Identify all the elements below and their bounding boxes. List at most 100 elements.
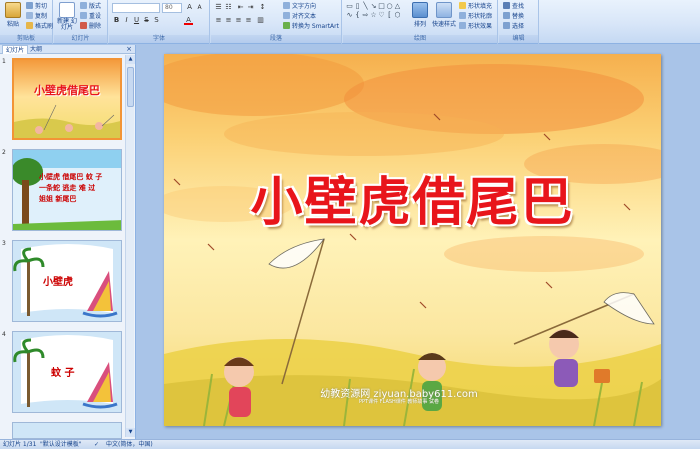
new-slide-button[interactable]: 新建 幻灯片: [56, 2, 78, 31]
copy-icon: [26, 12, 33, 19]
textbox-shape-icon[interactable]: ▭: [346, 3, 353, 10]
align-text-icon: [283, 12, 290, 19]
find-button[interactable]: 查找: [503, 2, 524, 11]
thumb-2-line: 小壁虎 借尾巴 蚊 子: [39, 173, 103, 181]
grow-font-button[interactable]: A: [185, 3, 194, 12]
slides-pane-tabs: 幻灯片 大纲 ×: [0, 45, 135, 54]
editing-group: 查找 替换 选择 编辑: [499, 0, 539, 44]
heart-shape-icon[interactable]: ♡: [378, 12, 385, 19]
oval-shape-icon[interactable]: ○: [386, 3, 393, 10]
scroll-down-icon[interactable]: ▼: [126, 428, 135, 437]
decrease-indent-button[interactable]: ⇤: [236, 3, 245, 12]
reset-icon: [80, 12, 87, 19]
slide-thumbnail-4[interactable]: 蚊 子: [12, 331, 122, 413]
delete-slide-button[interactable]: 删除: [80, 22, 101, 31]
replace-button[interactable]: 替换: [503, 12, 524, 21]
close-pane-icon[interactable]: ×: [126, 45, 132, 54]
shape-fill-button[interactable]: 形状填充: [459, 2, 492, 11]
scroll-up-icon[interactable]: ▲: [126, 55, 135, 64]
slides-group: 新建 幻灯片 版式 重设 删除 幻灯片: [54, 0, 108, 44]
line-shape-icon[interactable]: ╲: [362, 3, 369, 10]
brace-shape-icon[interactable]: {: [354, 12, 361, 19]
shape-outline-button[interactable]: 形状轮廓: [459, 12, 492, 21]
copy-button[interactable]: 复制: [26, 12, 47, 21]
thumb-2-line: 一条蛇 逃走 难 过: [39, 184, 96, 192]
italic-button[interactable]: I: [122, 16, 131, 25]
text-direction-icon: [283, 2, 290, 9]
font-group-label: 字体: [109, 35, 209, 43]
line-spacing-button[interactable]: ↕: [258, 3, 267, 12]
smartart-icon: [283, 22, 290, 29]
bracket-shape-icon[interactable]: [: [386, 12, 393, 19]
right-arrow-shape-icon[interactable]: ⇨: [362, 12, 369, 19]
thumb-4-word: 蚊 子: [51, 368, 75, 379]
star-shape-icon[interactable]: ☆: [370, 12, 377, 19]
thumb-1-title: 小壁虎借尾巴: [34, 84, 100, 97]
select-button[interactable]: 选择: [503, 22, 524, 31]
align-center-button[interactable]: ≡: [224, 16, 233, 25]
layout-button[interactable]: 版式: [80, 2, 101, 11]
current-slide[interactable]: 小壁虎借尾巴 幼教资源网 ziyuan.baby611.com PPT课件 FL…: [164, 54, 661, 426]
cursor-icon: [503, 22, 510, 29]
font-name-field[interactable]: [112, 3, 160, 13]
paste-icon: [5, 2, 21, 18]
text-direction-button[interactable]: 文字方向: [283, 2, 316, 11]
bullets-button[interactable]: ☰: [214, 3, 223, 12]
language-status: 中文(简体，中国): [106, 441, 153, 448]
slide-number: 2: [2, 149, 6, 156]
align-right-button[interactable]: ≡: [234, 16, 243, 25]
slide-number: 1: [2, 58, 6, 65]
bold-button[interactable]: B: [112, 16, 121, 25]
quick-styles-button[interactable]: 快速样式: [431, 2, 457, 28]
arrow-shape-icon[interactable]: ↘: [370, 3, 377, 10]
thumb-1-art: [14, 60, 120, 138]
vertical-textbox-shape-icon[interactable]: ▯: [354, 3, 361, 10]
font-size-field[interactable]: 80: [162, 3, 182, 13]
underline-button[interactable]: U: [132, 16, 141, 25]
shadow-button[interactable]: S: [152, 16, 161, 25]
curve-shape-icon[interactable]: ∿: [346, 12, 353, 19]
slide-editing-area: 小壁虎借尾巴 幼教资源网 ziyuan.baby611.com PPT课件 FL…: [137, 45, 700, 439]
slide-number: 4: [2, 331, 6, 338]
arrange-icon: [412, 2, 428, 18]
slide-thumbnail-5[interactable]: [12, 422, 122, 439]
slide-count-status: 幻灯片 1/31: [3, 441, 37, 448]
slide-number: 3: [2, 240, 6, 247]
theme-status: "默认设计模板": [40, 441, 82, 448]
slide-illustration: [164, 54, 661, 426]
justify-button[interactable]: ≡: [244, 16, 253, 25]
clipboard-group-label: 剪贴板: [0, 35, 52, 43]
shrink-font-button[interactable]: A: [195, 3, 204, 12]
rectangle-shape-icon[interactable]: □: [378, 3, 385, 10]
align-text-button[interactable]: 对齐文本: [283, 12, 316, 21]
font-color-button[interactable]: A: [184, 16, 193, 25]
strikethrough-button[interactable]: S: [142, 16, 151, 25]
align-left-button[interactable]: ≡: [214, 16, 223, 25]
tab-outline[interactable]: 大纲: [27, 45, 45, 54]
scroll-thumb[interactable]: [127, 67, 134, 107]
slide-thumbnail-2[interactable]: 小壁虎 借尾巴 蚊 子 一条蛇 逃走 难 过 姐姐 新尾巴: [12, 149, 122, 231]
reset-button[interactable]: 重设: [80, 12, 101, 21]
shape-effects-button[interactable]: 形状效果: [459, 22, 492, 31]
tab-slides[interactable]: 幻灯片: [2, 45, 29, 54]
arrange-button[interactable]: 排列: [409, 2, 431, 28]
spellcheck-icon[interactable]: ✓: [94, 440, 99, 449]
numbering-button[interactable]: ☷: [224, 3, 233, 12]
drawing-group-label: 绘图: [343, 35, 497, 43]
delete-icon: [80, 22, 87, 29]
columns-button[interactable]: ▥: [256, 16, 265, 25]
hexagon-shape-icon[interactable]: ⬡: [394, 12, 401, 19]
slide-title[interactable]: 小壁虎借尾巴: [164, 160, 661, 235]
thumb-3-word: 小壁虎: [43, 277, 73, 288]
slides-pane-scrollbar[interactable]: ▲ ▼: [125, 55, 135, 437]
cut-button[interactable]: 剪切: [26, 2, 47, 11]
convert-smartart-button[interactable]: 转换为 SmartArt: [283, 22, 339, 31]
slide-thumbnail-3[interactable]: 小壁虎: [12, 240, 122, 322]
paste-button[interactable]: 粘贴: [2, 2, 24, 28]
increase-indent-button[interactable]: ⇥: [246, 3, 255, 12]
effects-icon: [459, 22, 466, 29]
slide-thumbnail-1[interactable]: 小壁虎借尾巴: [12, 58, 122, 140]
triangle-shape-icon[interactable]: △: [394, 3, 401, 10]
watermark-subtext: PPT课件 FLASH课件 教师故事 试卷: [359, 399, 439, 405]
format-painter-button[interactable]: 格式刷: [26, 22, 53, 31]
